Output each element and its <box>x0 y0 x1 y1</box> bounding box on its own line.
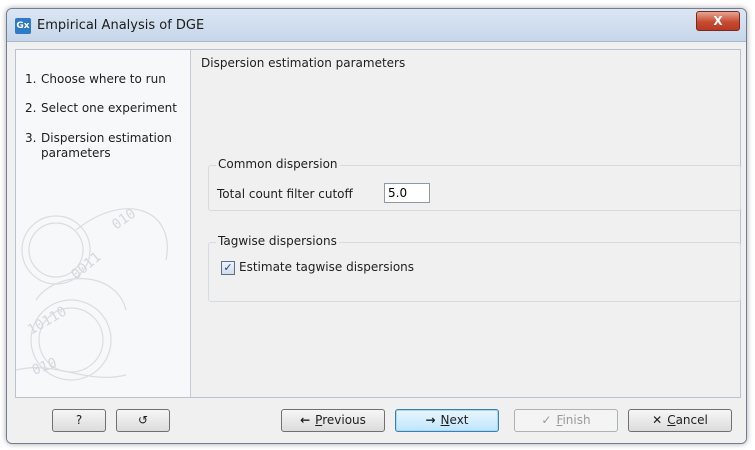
help-button[interactable]: ? <box>52 409 106 432</box>
help-icon: ? <box>75 413 83 427</box>
estimate-tagwise-checkbox[interactable]: ✓ <box>221 261 235 275</box>
step-select-experiment: 2. Select one experiment <box>25 101 177 115</box>
title-bar[interactable]: Gx Empirical Analysis of DGE X <box>7 9 746 42</box>
step-label: Dispersion estimation <box>41 131 172 145</box>
window-title: Empirical Analysis of DGE <box>37 18 205 33</box>
reset-icon: ↺ <box>137 413 149 427</box>
close-button[interactable]: X <box>696 11 740 31</box>
next-button[interactable]: → Next <box>395 409 499 432</box>
app-icon: Gx <box>15 18 31 34</box>
close-x-icon: ✕ <box>652 413 663 427</box>
parameters-panel: Dispersion estimation parameters Common … <box>194 50 741 397</box>
arrow-left-icon: ← <box>300 413 311 427</box>
svg-text:10110: 10110 <box>25 304 70 339</box>
arrow-right-icon: → <box>425 413 436 427</box>
common-dispersion-group: Common dispersion Total count filter cut… <box>208 157 741 211</box>
dialog-window: Gx Empirical Analysis of DGE X 1. Choose … <box>6 8 747 444</box>
step-label: Choose where to run <box>41 72 166 86</box>
cancel-button[interactable]: ✕ Cancel <box>628 409 732 432</box>
svg-text:0011: 0011 <box>68 249 104 283</box>
svg-text:010: 010 <box>30 355 59 379</box>
button-bar: ? ↺ ← Previous → Next ✓ Finish ✕ Cancel <box>7 402 746 443</box>
count-filter-label: Total count filter cutoff <box>217 187 353 201</box>
svg-text:010: 010 <box>109 206 139 234</box>
group-label: Common dispersion <box>216 157 340 171</box>
finish-button[interactable]: ✓ Finish <box>514 409 618 432</box>
decorative-swirl-graphic: 010 0011 10110 010 <box>16 206 168 381</box>
step-choose-where-to-run: 1. Choose where to run <box>25 72 166 86</box>
step-dispersion-parameters: 3. Dispersion estimation parameters <box>25 131 185 161</box>
step-label: Select one experiment <box>41 101 177 115</box>
previous-button[interactable]: ← Previous <box>281 409 385 432</box>
section-title: Dispersion estimation parameters <box>201 56 406 70</box>
reset-button[interactable]: ↺ <box>116 409 170 432</box>
estimate-tagwise-label[interactable]: Estimate tagwise dispersions <box>239 260 414 274</box>
wizard-content: 1. Choose where to run 2. Select one exper… <box>15 49 741 398</box>
steps-panel: 1. Choose where to run 2. Select one exper… <box>16 50 191 397</box>
tagwise-dispersions-group: Tagwise dispersions ✓ Estimate tagwise d… <box>208 234 741 302</box>
checkmark-icon: ✓ <box>541 413 552 427</box>
count-filter-input[interactable] <box>384 183 430 203</box>
step-label-continued: parameters <box>41 146 111 160</box>
group-label: Tagwise dispersions <box>216 234 339 248</box>
